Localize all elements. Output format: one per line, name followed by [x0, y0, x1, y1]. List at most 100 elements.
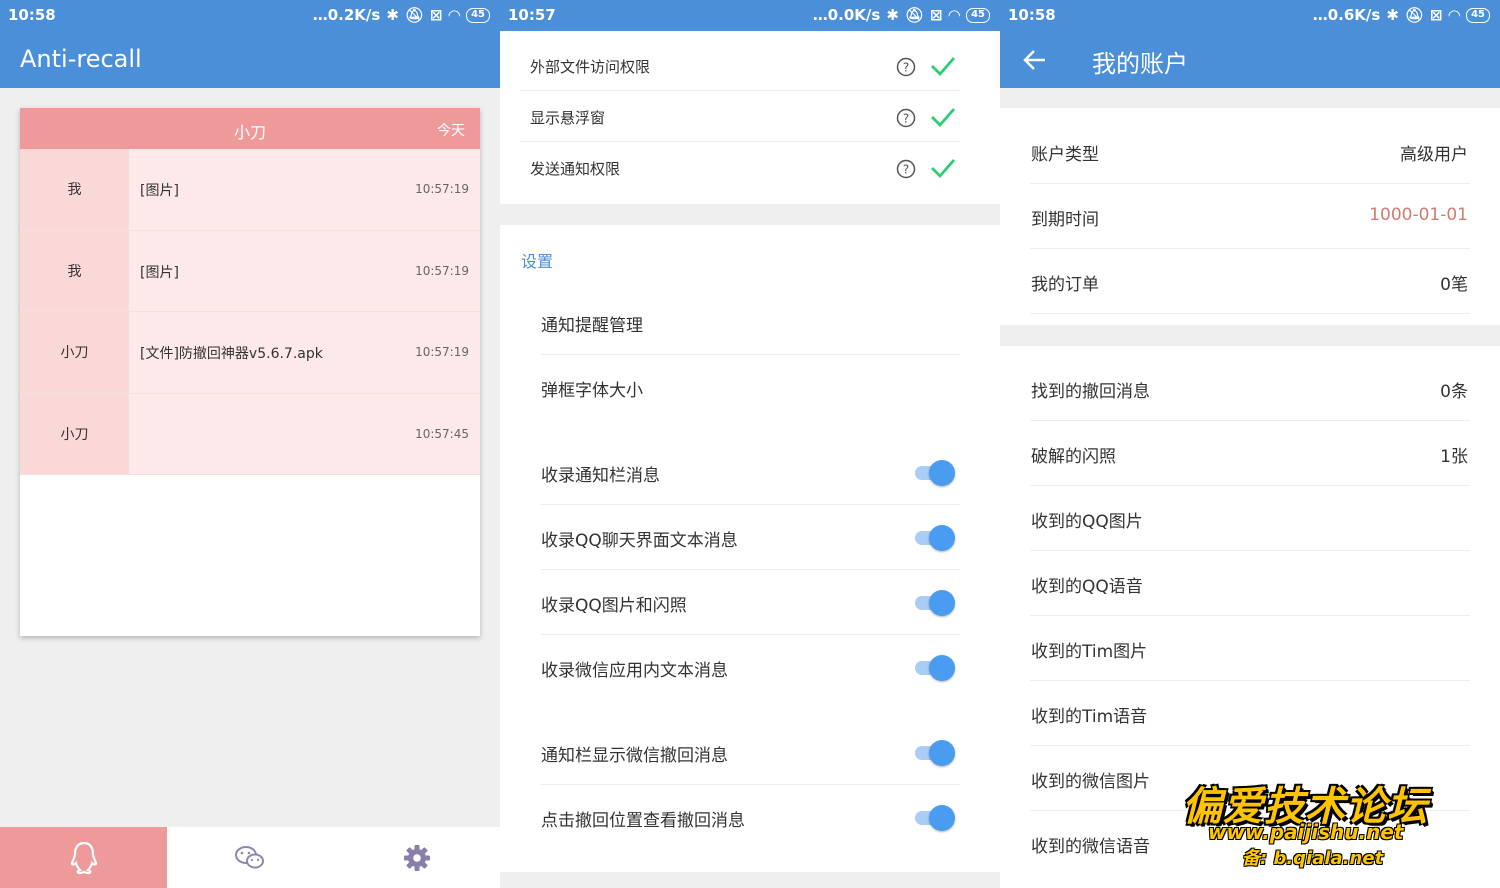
message-row[interactable]: 小刀 10:57:45 [20, 393, 480, 475]
stat-row[interactable]: 收到的QQ语音 [1030, 551, 1470, 616]
message-row[interactable]: 我 [图片] 10:57:19 [20, 230, 480, 312]
svg-text:?: ? [903, 163, 909, 177]
stat-label: 破解的闪照 [1031, 447, 1116, 467]
bluetooth-icon: ✱ [886, 6, 899, 24]
account-label: 账户类型 [1031, 145, 1099, 165]
message-time: 10:57:45 [415, 426, 469, 441]
permission-label: 显示悬浮窗 [530, 109, 606, 127]
status-time: 10:58 [1008, 6, 1056, 24]
sim-icon: ⊠ [429, 6, 443, 24]
section-divider [500, 872, 1000, 888]
permission-row[interactable]: 发送通知权限 ? [520, 143, 960, 193]
card-date: 今天 [437, 123, 465, 139]
status-time: 10:58 [8, 6, 56, 24]
message-time: 10:57:19 [415, 182, 469, 196]
status-icons: …0.0K/s ✱ 🔕︎ ⊠ ◠ 45 [813, 6, 990, 24]
forum-watermark: 偏爱技术论坛 www.paijishu.net 备: b.qiala.net [1182, 774, 1482, 874]
toggle-switch[interactable] [913, 460, 957, 486]
watermark-url: www.paijishu.net [1208, 820, 1404, 844]
settings-item-label: 通知提醒管理 [541, 316, 643, 336]
settings-item-label: 弹框字体大小 [541, 381, 643, 401]
stat-label: 收到的QQ图片 [1031, 512, 1143, 532]
wechat-icon [235, 845, 264, 868]
contact-name: 小刀 [233, 123, 266, 142]
page-title: 我的账户 [1092, 50, 1188, 78]
mute-icon: 🔕︎ [904, 6, 924, 24]
help-icon[interactable]: ? [896, 159, 916, 179]
card-header[interactable]: 小刀 今天 [20, 108, 480, 149]
watermark-backup-url: 备: b.qiala.net [1242, 848, 1384, 869]
status-icons: …0.2K/s ✱ 🔕︎ ⊠ ◠ 45 [313, 6, 490, 24]
gear-icon [403, 844, 430, 871]
account-label: 我的订单 [1031, 275, 1099, 295]
stat-row[interactable]: 收到的Tim语音 [1030, 681, 1470, 746]
sim-icon: ⊠ [929, 6, 943, 24]
network-speed: …0.6K/s [1312, 6, 1381, 24]
app-bar: Anti-recall [0, 31, 500, 88]
help-icon[interactable]: ? [896, 108, 916, 128]
wifi-icon: ◠ [1448, 6, 1461, 24]
section-divider [500, 204, 1000, 225]
message-sender: 小刀 [20, 393, 129, 474]
toggle-switch[interactable] [913, 805, 957, 831]
help-icon[interactable]: ? [896, 57, 916, 77]
stat-label: 收到的Tim语音 [1031, 707, 1148, 727]
nav-tab-settings[interactable] [333, 827, 500, 888]
app-bar: 我的账户 [1000, 31, 1500, 88]
settings-item-qq-text: 收录QQ聊天界面文本消息 [540, 505, 960, 570]
message-row[interactable]: 我 [图片] 10:57:19 [20, 149, 480, 231]
settings-item-notification-manage[interactable]: 通知提醒管理 [540, 290, 960, 355]
section-title: 设置 [521, 252, 554, 271]
message-text: [文件]防撤回神器v5.6.7.apk [140, 346, 323, 362]
check-icon [931, 159, 956, 179]
check-icon [931, 57, 956, 77]
settings-item-font-size[interactable]: 弹框字体大小 [540, 355, 960, 420]
anti-recall-screen: 10:58 …0.2K/s ✱ 🔕︎ ⊠ ◠ 45 Anti-recall 小刀… [0, 0, 500, 888]
section-divider [1000, 325, 1500, 346]
settings-item-wechat-text: 收录微信应用内文本消息 [540, 635, 960, 700]
sim-icon: ⊠ [1429, 6, 1443, 24]
bluetooth-icon: ✱ [386, 6, 399, 24]
nav-tab-wechat[interactable] [167, 827, 333, 888]
toggle-switch[interactable] [913, 525, 957, 551]
account-row-expiry: 到期时间 1000-01-01 [1030, 184, 1470, 249]
settings-item-label: 通知栏显示微信撤回消息 [541, 746, 728, 766]
message-time: 10:57:19 [415, 263, 469, 278]
message-sender: 我 [20, 230, 129, 311]
permission-row[interactable]: 显示悬浮窗 ? [520, 92, 960, 142]
stat-row[interactable]: 找到的撤回消息 0条 [1030, 356, 1470, 421]
stat-value: 0条 [1440, 382, 1468, 402]
toggle-switch[interactable] [913, 655, 957, 681]
network-speed: …0.2K/s [312, 6, 381, 24]
svg-text:?: ? [903, 112, 909, 126]
status-bar: 10:57 …0.0K/s ✱ 🔕︎ ⊠ ◠ 45 [500, 0, 1000, 31]
status-time: 10:57 [508, 6, 556, 24]
toggle-switch[interactable] [913, 740, 957, 766]
nav-tab-qq[interactable] [0, 827, 167, 888]
stat-row[interactable]: 收到的QQ图片 [1030, 486, 1470, 551]
stat-row[interactable]: 破解的闪照 1张 [1030, 421, 1470, 486]
account-row-orders[interactable]: 我的订单 0笔 [1030, 249, 1470, 314]
stat-label: 收到的QQ语音 [1031, 577, 1143, 597]
permission-row[interactable]: 外部文件访问权限 ? [520, 41, 960, 91]
settings-screen: 10:57 …0.0K/s ✱ 🔕︎ ⊠ ◠ 45 外部文件访问权限 ? 显示悬… [500, 0, 1000, 888]
back-arrow-icon[interactable] [1022, 47, 1048, 73]
wifi-icon: ◠ [448, 6, 461, 24]
settings-item-label: 收录通知栏消息 [541, 466, 660, 486]
stat-label: 收到的Tim图片 [1031, 642, 1148, 662]
check-icon [931, 108, 956, 128]
settings-item-label: 点击撤回位置查看撤回消息 [541, 811, 745, 831]
account-row-type: 账户类型 高级用户 [1030, 119, 1470, 184]
battery-icon: 45 [1466, 7, 1490, 23]
settings-item-qq-image: 收录QQ图片和闪照 [540, 570, 960, 635]
message-row[interactable]: 小刀 [文件]防撤回神器v5.6.7.apk 10:57:19 [20, 312, 480, 394]
toggle-switch[interactable] [913, 590, 957, 616]
stat-label: 收到的微信图片 [1031, 772, 1150, 792]
expiry-value: 1000-01-01 [1369, 205, 1468, 225]
status-bar: 10:58 …0.2K/s ✱ 🔕︎ ⊠ ◠ 45 [0, 0, 500, 31]
settings-item-notify-capture: 收录通知栏消息 [540, 440, 960, 505]
bottom-navigation [0, 827, 500, 888]
message-text: [图片] [140, 183, 179, 199]
status-bar: 10:58 …0.6K/s ✱ 🔕︎ ⊠ ◠ 45 [1000, 0, 1500, 31]
stat-row[interactable]: 收到的Tim图片 [1030, 616, 1470, 681]
